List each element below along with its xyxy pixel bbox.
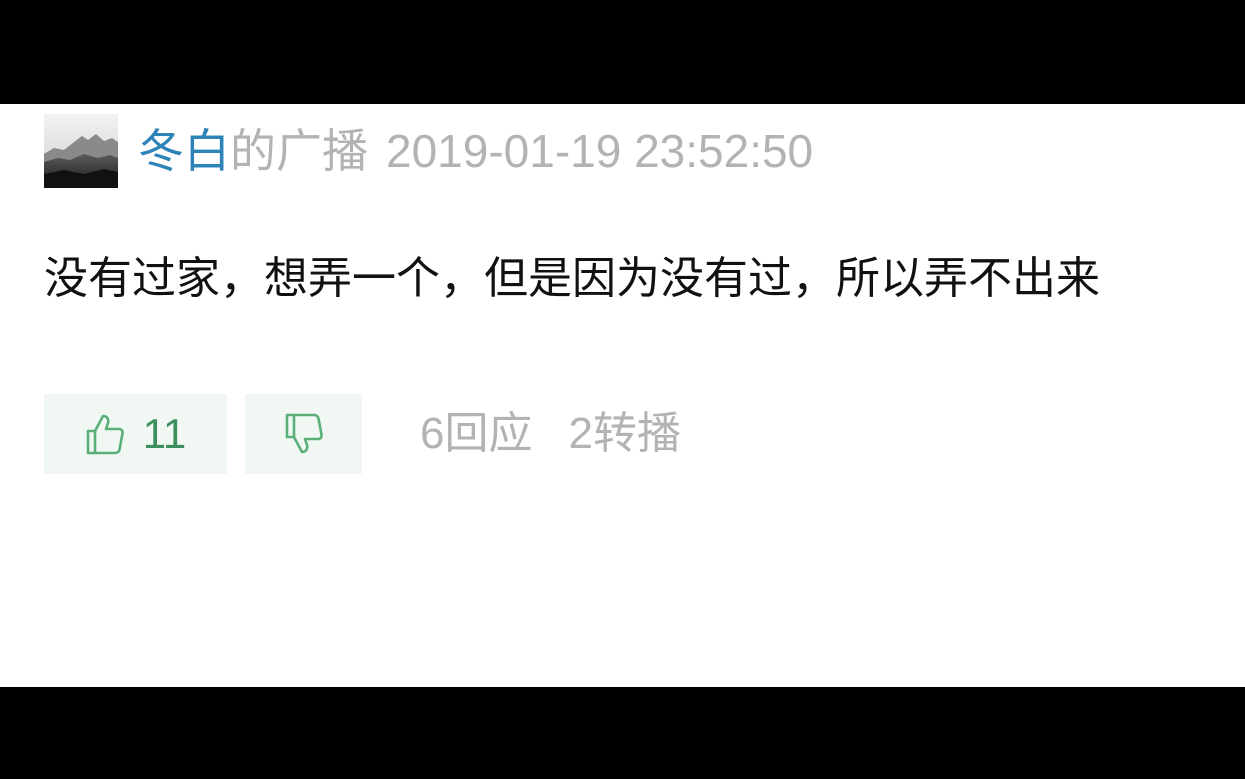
replies-count: 6 (420, 409, 445, 458)
username-link[interactable]: 冬白 (138, 128, 230, 174)
reposts-count: 2 (568, 409, 593, 458)
letterbox-top (0, 0, 1245, 104)
letterbox-bottom (0, 687, 1245, 779)
dislike-button[interactable] (245, 394, 362, 474)
thumbs-down-icon (284, 412, 324, 456)
action-bar: 11 6回应 2转播 (44, 394, 681, 474)
reposts-label: 转播 (592, 408, 681, 459)
thumbs-up-icon (85, 412, 125, 456)
post-header: 冬白 的广播 2019-01-19 23:52:50 (44, 114, 813, 188)
like-count: 11 (142, 410, 187, 457)
post-content: 没有过家，想弄一个，但是因为没有过，所以弄不出来 (44, 253, 1100, 304)
replies-label: 回应 (444, 408, 533, 459)
post-type-label: 的广播 (230, 124, 368, 178)
avatar[interactable] (44, 114, 118, 188)
like-button[interactable]: 11 (44, 394, 227, 474)
replies-link[interactable]: 6回应 (420, 412, 532, 456)
reposts-link[interactable]: 2转播 (568, 412, 680, 456)
post-timestamp[interactable]: 2019-01-19 23:52:50 (386, 128, 813, 174)
